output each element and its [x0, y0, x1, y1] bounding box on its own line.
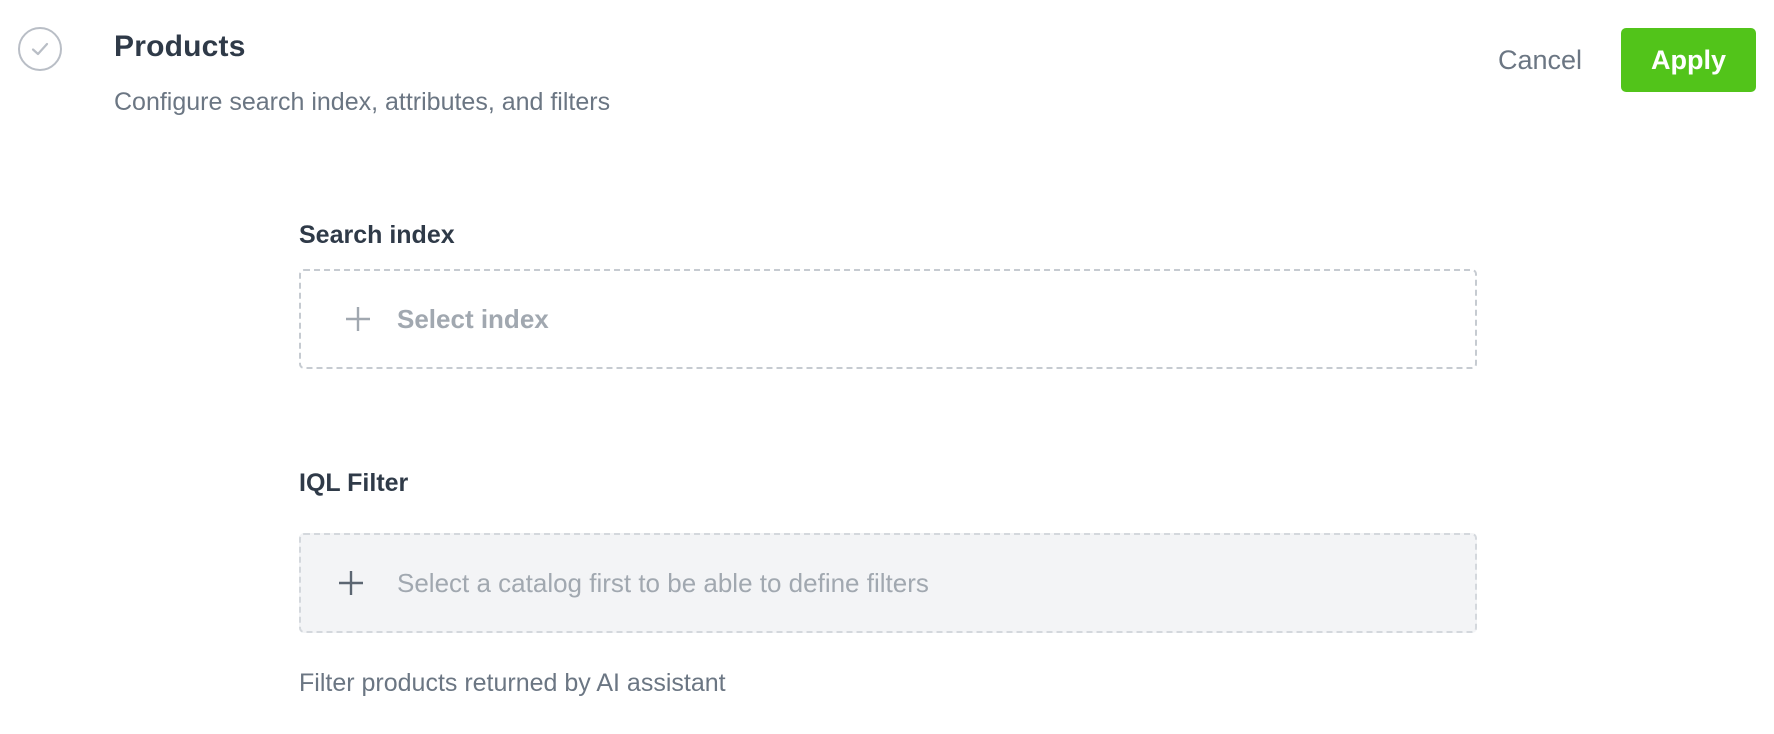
plus-icon [346, 307, 370, 331]
iql-filter-help-text: Filter products returned by AI assistant [299, 669, 726, 697]
iql-filter-add-button: Select a catalog first to be able to def… [299, 533, 1477, 633]
iql-filter-label: IQL Filter [299, 469, 409, 497]
products-config-page: Products Configure search index, attribu… [0, 0, 1774, 734]
search-index-label: Search index [299, 221, 455, 249]
select-index-button[interactable]: Select index [299, 269, 1477, 369]
apply-button[interactable]: Apply [1621, 28, 1756, 92]
iql-filter-placeholder: Select a catalog first to be able to def… [397, 567, 929, 598]
page-subtitle: Configure search index, attributes, and … [114, 88, 611, 116]
plus-icon [339, 571, 363, 595]
select-index-text: Select index [397, 303, 549, 334]
cancel-button[interactable]: Cancel [1470, 28, 1610, 92]
page-title: Products [114, 30, 246, 63]
check-circle-icon [18, 27, 62, 71]
